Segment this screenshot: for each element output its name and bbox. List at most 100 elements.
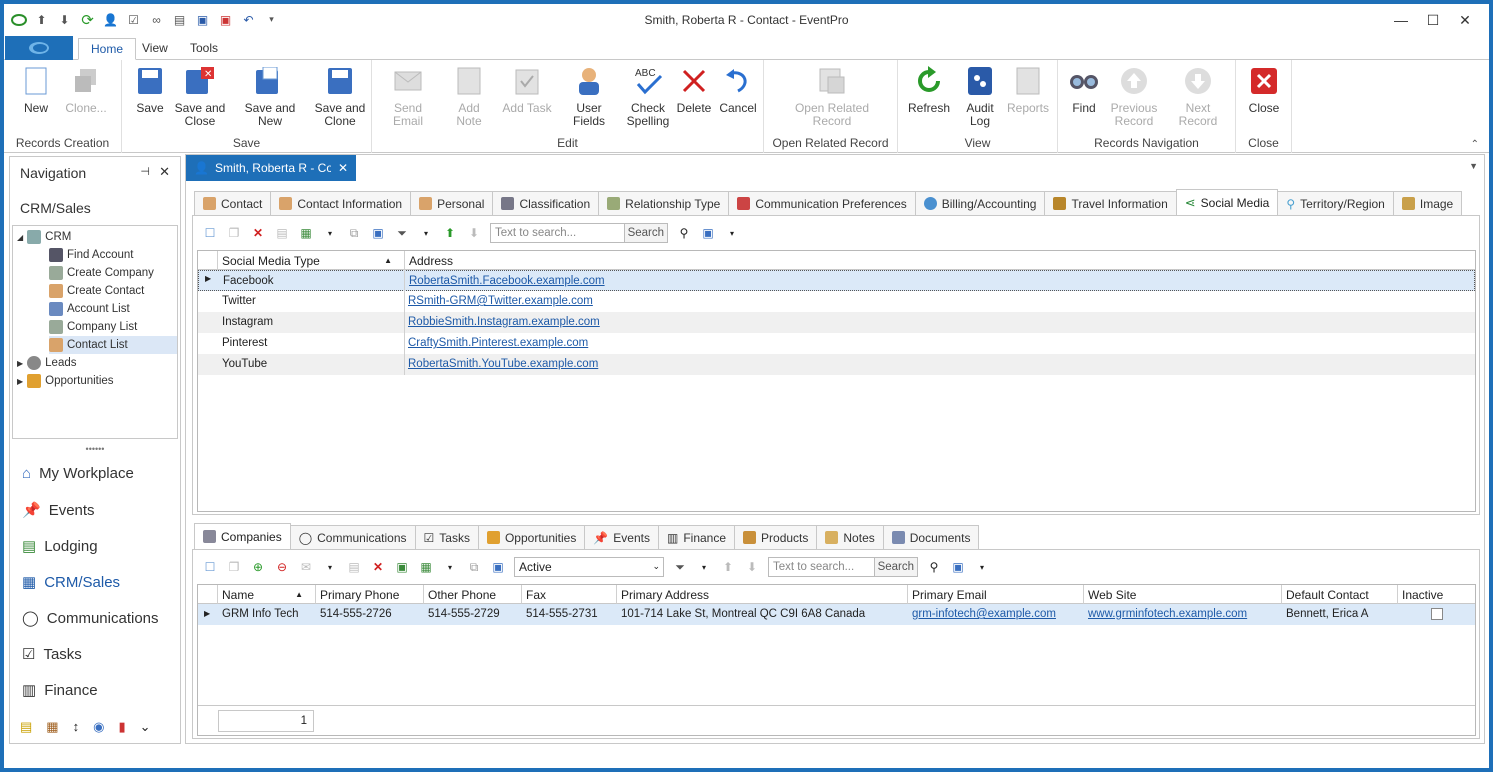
filter-dropdown-icon[interactable]: ▾ <box>418 225 434 241</box>
cell-other-phone[interactable]: 514-555-2729 <box>424 604 504 625</box>
tab-image[interactable]: Image <box>1392 191 1463 215</box>
up-arrow-icon[interactable]: ⬆ <box>33 11 50 28</box>
move-down-icon[interactable]: ⬇ <box>744 559 760 575</box>
find-panel-icon[interactable]: ⚲ <box>926 559 942 575</box>
tab-tasks[interactable]: ☑ Tasks <box>414 525 479 549</box>
delete-row-icon[interactable]: ✕ <box>370 559 386 575</box>
cell-address-link[interactable]: RobbieSmith.Instagram.example.com <box>404 312 604 333</box>
more-shortcuts-icon[interactable]: ⌄ <box>140 719 151 735</box>
cell-primary-address[interactable]: 101-714 Lake St, Montreal QC C9I 6A8 Can… <box>617 604 869 625</box>
filter-icon[interactable]: ⏷ <box>394 225 410 241</box>
column-header-primary-phone[interactable]: Primary Phone <box>316 585 424 604</box>
cell-address-link[interactable]: RobertaSmith.YouTube.example.com <box>404 354 602 375</box>
export-icon[interactable]: ▣ <box>490 559 506 575</box>
ribbon-tab-home[interactable]: Home <box>78 38 137 60</box>
tree-node-contact-list[interactable]: Contact List <box>49 336 177 354</box>
tab-relationship-type[interactable]: Relationship Type <box>598 191 730 215</box>
expand-icon[interactable]: ▶ <box>17 377 23 386</box>
ribbon-tab-view[interactable]: View <box>130 38 180 60</box>
cell-primary-phone[interactable]: 514-555-2726 <box>316 604 396 625</box>
close-pane-icon[interactable]: ✕ <box>159 164 170 180</box>
cell-type[interactable]: Pinterest <box>218 333 271 354</box>
tab-opportunities[interactable]: Opportunities <box>477 525 586 549</box>
tab-notes[interactable]: Notes <box>816 525 884 549</box>
move-down-icon[interactable]: ⬇ <box>466 225 482 241</box>
nav-item-lodging[interactable]: ▤ Lodging <box>22 537 98 556</box>
document-tab[interactable]: 👤 Smith, Roberta R - Con ✕ <box>186 155 356 181</box>
tab-territory-region[interactable]: ⚲ Territory/Region <box>1277 191 1394 215</box>
collapse-ribbon-icon[interactable]: ⌃ <box>1471 139 1479 150</box>
column-header-name[interactable]: Name ▲ <box>218 585 316 604</box>
globe-shortcut-icon[interactable]: ◉ <box>93 719 104 735</box>
cell-fax[interactable]: 514-555-2731 <box>522 604 602 625</box>
reports-button[interactable]: Reports <box>1006 64 1050 115</box>
file-menu-button[interactable] <box>5 36 73 60</box>
tab-finance[interactable]: ▥ Finance <box>657 525 736 549</box>
copy-row-icon[interactable]: ❐ <box>226 559 242 575</box>
splitter-handle[interactable]: •••••• <box>10 444 180 454</box>
inactive-checkbox[interactable] <box>1431 608 1443 620</box>
tab-communication-preferences[interactable]: Communication Preferences <box>728 191 916 215</box>
tab-contact-information[interactable]: Contact Information <box>270 191 412 215</box>
maximize-icon[interactable]: ☐ <box>1417 8 1449 32</box>
save-layout-icon[interactable]: ▣ <box>950 559 966 575</box>
app-logo-icon[interactable] <box>10 11 27 28</box>
find-icon[interactable]: ∞ <box>148 11 165 28</box>
save-close-button[interactable]: ✕ Save and Close <box>174 64 226 128</box>
layout-dropdown-icon[interactable]: ▾ <box>974 559 990 575</box>
columns-icon[interactable]: ▦ <box>298 225 314 241</box>
undo-icon[interactable]: ↶ <box>240 11 257 28</box>
tree-node-company-list[interactable]: Company List <box>49 318 137 336</box>
column-header-web-site[interactable]: Web Site <box>1084 585 1282 604</box>
status-filter-select[interactable]: Active ⌄ <box>514 557 664 577</box>
refresh-icon[interactable]: ⟳ <box>79 11 96 29</box>
pin-icon[interactable]: ⊣ <box>140 165 150 178</box>
cell-type[interactable]: Facebook <box>219 271 278 292</box>
filter-dropdown-icon[interactable]: ▾ <box>696 559 712 575</box>
unlink-icon[interactable]: ⧉ <box>466 559 482 575</box>
tree-node-opportunities[interactable]: ▶ Opportunities <box>17 372 114 390</box>
customize-dropdown-icon[interactable]: ▾ <box>263 11 280 28</box>
add-task-button[interactable]: Add Task <box>502 64 552 115</box>
table-row[interactable]: Instagram RobbieSmith.Instagram.example.… <box>198 312 1475 333</box>
save-button[interactable]: Save <box>134 64 166 115</box>
cell-address-link[interactable]: RSmith-GRM@Twitter.example.com <box>404 291 597 312</box>
nav-item-communications[interactable]: ◯ Communications <box>22 609 159 628</box>
find-button[interactable]: Find <box>1066 64 1102 115</box>
layout-dropdown-icon[interactable]: ▾ <box>724 225 740 241</box>
tab-events[interactable]: 📌 Events <box>584 525 659 549</box>
nav-item-crm-sales[interactable]: ▦ CRM/Sales <box>22 573 120 592</box>
tab-documents[interactable]: Documents <box>882 525 980 549</box>
add-link-icon[interactable]: ⊕ <box>250 559 266 575</box>
tree-node-create-company[interactable]: Create Company <box>49 264 154 282</box>
open-related-record-button[interactable]: Open Related Record <box>782 64 882 128</box>
columns-icon[interactable]: ▦ <box>418 559 434 575</box>
tree-node-crm[interactable]: ◢ CRM <box>17 228 71 246</box>
tree-node-leads[interactable]: ▶ Leads <box>17 354 77 372</box>
reports-shortcut-icon[interactable]: ▮ <box>118 719 125 735</box>
close-window-icon[interactable]: ✕ <box>1449 8 1481 32</box>
nav-item-finance[interactable]: ▥ Finance <box>22 681 98 700</box>
save-close-icon[interactable]: ▣ <box>217 11 234 28</box>
chevron-down-icon[interactable]: ⌄ <box>652 561 660 572</box>
check-spelling-button[interactable]: ABC Check Spelling <box>626 64 670 128</box>
tab-billing-accounting[interactable]: Billing/Accounting <box>914 191 1046 215</box>
column-header-primary-email[interactable]: Primary Email <box>908 585 1084 604</box>
save-icon[interactable]: ▣ <box>194 11 211 28</box>
clone-button[interactable]: Clone... <box>62 64 110 115</box>
nav-item-my-workplace[interactable]: ⌂ My Workplace <box>22 465 134 482</box>
next-record-button[interactable]: Next Record <box>1166 64 1230 128</box>
save-new-button[interactable]: Save and New <box>234 64 306 128</box>
tree-node-create-contact[interactable]: Create Contact <box>49 282 144 300</box>
open-record-icon[interactable]: ▣ <box>394 559 410 575</box>
move-up-icon[interactable]: ⬆ <box>720 559 736 575</box>
search-input[interactable]: Text to search... <box>491 227 624 239</box>
refresh-button[interactable]: Refresh <box>908 64 950 115</box>
remove-link-icon[interactable]: ⊖ <box>274 559 290 575</box>
new-button[interactable]: New <box>20 64 52 115</box>
delete-button[interactable]: Delete <box>676 64 712 115</box>
notes-shortcut-icon[interactable]: ▤ <box>20 719 32 735</box>
close-record-button[interactable]: Close <box>1246 64 1282 115</box>
search-button[interactable]: Search <box>623 224 667 242</box>
tab-classification[interactable]: Classification <box>492 191 600 215</box>
